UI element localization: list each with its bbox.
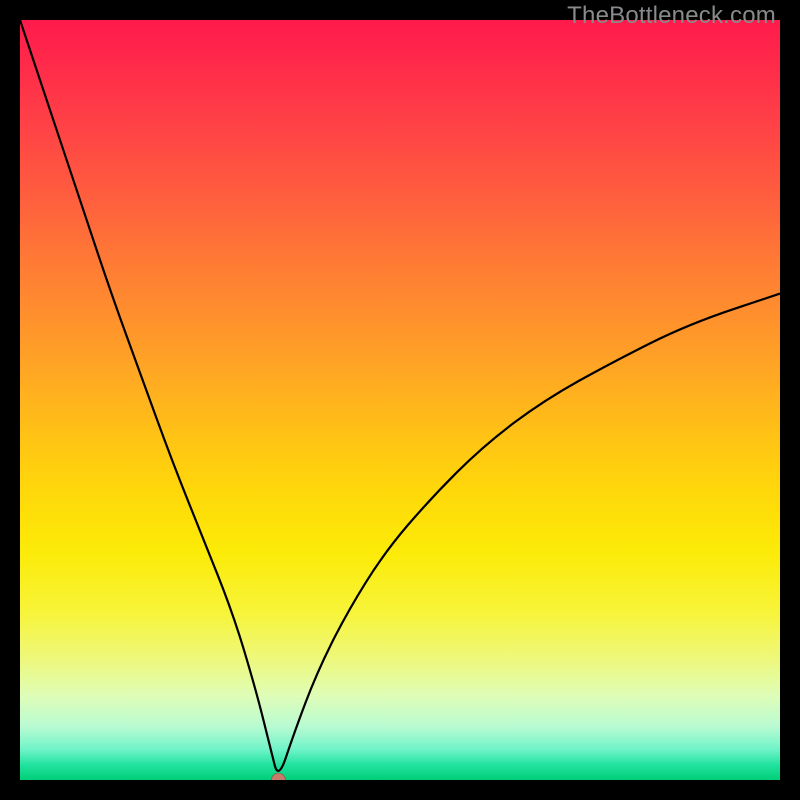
optimal-point-dot <box>271 773 285 780</box>
chart-frame <box>20 20 780 780</box>
watermark-text: TheBottleneck.com <box>567 2 776 30</box>
chart-svg <box>20 20 780 780</box>
bottleneck-curve <box>20 20 780 771</box>
